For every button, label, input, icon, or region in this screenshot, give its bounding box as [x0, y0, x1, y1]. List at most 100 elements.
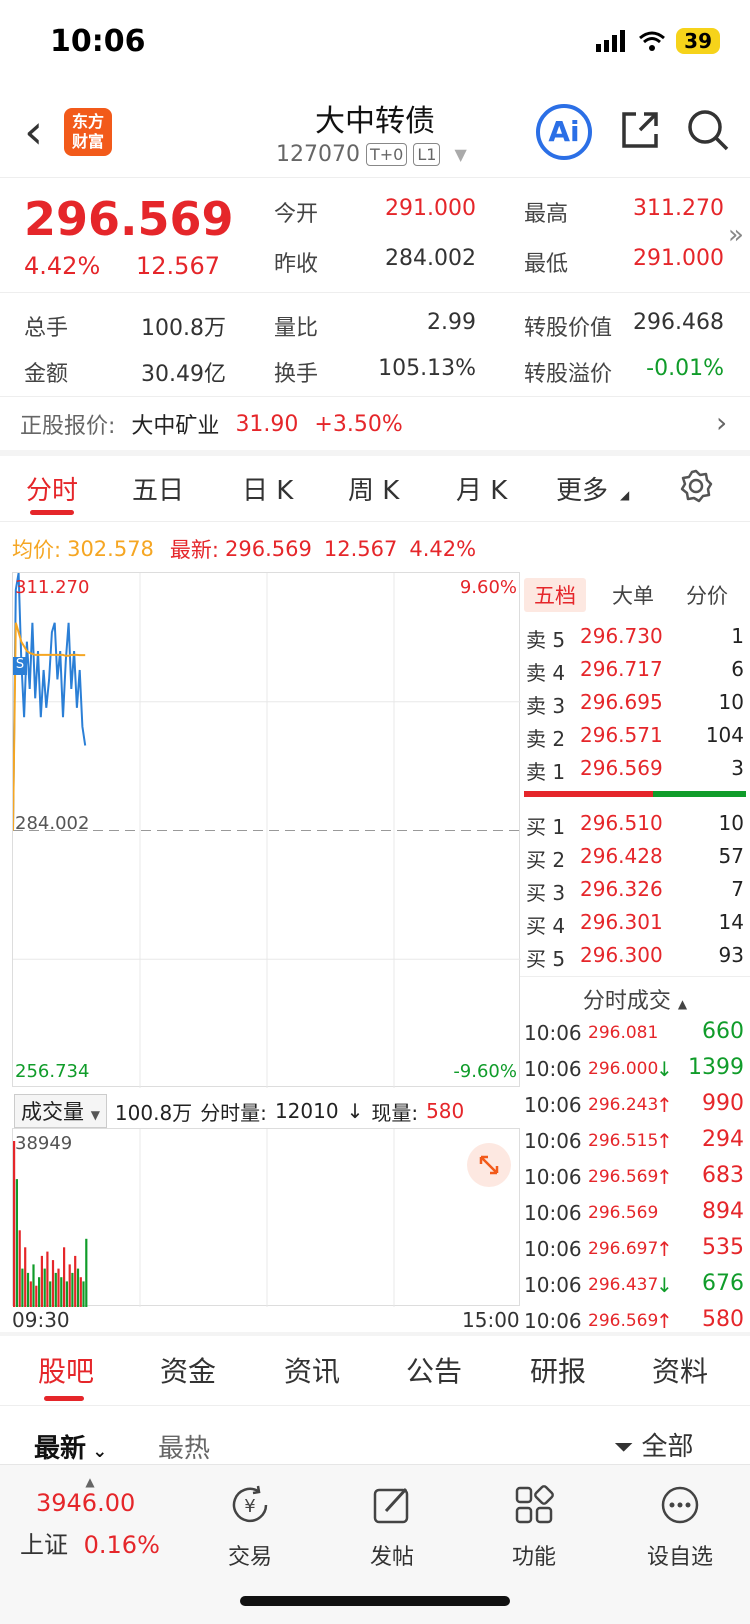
order-book: 五档 大单 分价 卖 5 296.730 1 卖 4 296.717 6 卖 3 296.69…	[520, 572, 750, 1339]
nav-functions[interactable]: 功能	[484, 1483, 584, 1571]
divider	[0, 396, 750, 397]
bid-price: 296.326	[580, 877, 663, 901]
ask-volume: 10	[718, 690, 744, 714]
trade-direction-icon: ↑	[656, 1309, 673, 1333]
bid-volume: 7	[731, 877, 744, 901]
search-icon[interactable]	[686, 108, 730, 152]
bid-label: 买 3	[526, 881, 566, 905]
nav-post[interactable]: 发帖	[342, 1483, 442, 1571]
tab-announcements[interactable]: 公告	[406, 1350, 462, 1390]
x-start-label: 09:30	[12, 1308, 70, 1332]
tab-news[interactable]: 资讯	[284, 1350, 340, 1390]
trade-row: 10:06 296.243 ↑ 990	[520, 1087, 750, 1123]
trade-price: 296.243	[588, 1095, 659, 1115]
tab-large-orders[interactable]: 大单	[612, 580, 654, 610]
settings-icon[interactable]	[678, 468, 714, 504]
volume-chart-svg	[13, 1129, 395, 1307]
bid-row[interactable]: 买 3 296.326 7	[520, 873, 750, 906]
trade-row: 10:06 296.569 ↑ 683	[520, 1159, 750, 1195]
trade-row: 10:06 296.081 660	[520, 1015, 750, 1051]
volume-bar	[57, 1268, 60, 1307]
nav-add-watchlist-label: 设自选	[646, 1545, 713, 1570]
intraday-chart[interactable]: 311.270 9.60% 284.002 256.734 -9.60% S	[12, 572, 521, 1088]
edit-icon	[373, 1487, 409, 1524]
ask-price: 296.571	[580, 723, 663, 747]
avg-price-row: 均价: 302.578 最新: 296.569 12.567 4.42%	[12, 534, 476, 564]
trade-row: 10:06 296.515 ↑ 294	[520, 1123, 750, 1159]
bid-row[interactable]: 买 4 296.301 14	[520, 906, 750, 939]
trade-time: 10:06	[524, 1237, 582, 1261]
prev-close-label: 昨收	[274, 252, 319, 277]
volume-bar	[43, 1268, 46, 1307]
tab-five-day[interactable]: 五日	[132, 470, 184, 507]
bid-ratio-segment	[652, 791, 746, 797]
tab-research[interactable]: 研报	[530, 1350, 586, 1390]
bid-row[interactable]: 买 2 296.428 57	[520, 840, 750, 873]
volume-bar	[18, 1230, 21, 1307]
bid-price: 296.510	[580, 811, 663, 835]
amount-label: 金额	[24, 362, 69, 387]
chart-tabs: 分时 五日 日 K 周 K 月 K 更多 ◢	[0, 452, 750, 522]
ask-row[interactable]: 卖 4 296.717 6	[520, 653, 750, 686]
pct-bottom-label: -9.60%	[453, 1061, 517, 1082]
tab-weekly-k[interactable]: 周 K	[348, 470, 399, 507]
underlying-name: 大中矿业	[131, 414, 220, 439]
code-row[interactable]: 127070 T+0 L1 ▼	[276, 142, 467, 167]
conv-value-label: 转股价值	[524, 316, 613, 341]
status-time: 10:06	[50, 24, 146, 59]
quote-more-icon[interactable]: »	[728, 220, 744, 250]
trade-volume: 990	[702, 1091, 744, 1116]
ask-row[interactable]: 卖 1 296.569 3	[520, 752, 750, 785]
chevron-right-icon[interactable]: ›	[716, 406, 727, 439]
sort-latest[interactable]: 最新 ⌄	[34, 1428, 107, 1465]
chevron-down-icon: ⌄	[86, 1441, 108, 1462]
y-mid-label: 284.002	[15, 813, 90, 834]
tab-more[interactable]: 更多	[556, 470, 608, 507]
bid-row[interactable]: 买 1 296.510 10	[520, 807, 750, 840]
tab-intraday[interactable]: 分时	[26, 470, 78, 507]
share-icon[interactable]	[618, 108, 662, 152]
divider	[0, 292, 750, 293]
volume-chart[interactable]: 38949	[12, 1128, 520, 1307]
index-name: 上证	[20, 1531, 68, 1559]
index-ticker[interactable]: ▲ 3946.00 上证 0.16%	[20, 1475, 180, 1560]
trade-direction-icon: ↓	[656, 1057, 673, 1081]
avg-value: 302.578	[67, 537, 154, 561]
underlying-label: 正股报价:	[20, 414, 116, 439]
volume-bar	[24, 1247, 27, 1307]
home-indicator[interactable]	[240, 1596, 510, 1606]
trades-header[interactable]: 分时成交 ▲	[520, 977, 750, 1015]
high-label: 最高	[524, 202, 569, 227]
bid-label: 买 5	[526, 947, 566, 971]
indicator-select[interactable]: 成交量 ▼	[14, 1094, 107, 1128]
ai-button[interactable]: Ai	[536, 104, 592, 160]
ask-row[interactable]: 卖 3 296.695 10	[520, 686, 750, 719]
prev-close-value: 284.002	[385, 246, 476, 271]
underlying-stock-row[interactable]: 正股报价: 大中矿业 31.90 +3.50%	[20, 408, 403, 440]
ask-row[interactable]: 卖 2 296.571 104	[520, 719, 750, 752]
ask-row[interactable]: 卖 5 296.730 1	[520, 620, 750, 653]
tab-funds[interactable]: 资金	[160, 1350, 216, 1390]
latest-change: 12.567	[323, 537, 398, 561]
trade-time: 10:06	[524, 1165, 582, 1189]
filter-button[interactable]: ⏷ 全部	[614, 1426, 693, 1463]
tab-daily-k[interactable]: 日 K	[242, 470, 293, 507]
tab-forum[interactable]: 股吧	[38, 1350, 94, 1390]
ask-label: 卖 5	[526, 628, 566, 652]
bid-row[interactable]: 买 5 296.300 93	[520, 939, 750, 972]
sort-hot[interactable]: 最热	[158, 1428, 210, 1465]
tab-five-levels[interactable]: 五档	[524, 578, 586, 612]
nav-functions-label: 功能	[511, 1545, 556, 1570]
bid-volume: 57	[718, 844, 744, 868]
nav-add-watchlist[interactable]: 设自选	[630, 1483, 730, 1571]
nav-trade[interactable]: ¥ 交易	[200, 1483, 300, 1571]
tab-monthly-k[interactable]: 月 K	[456, 470, 507, 507]
tab-price-dist[interactable]: 分价	[686, 580, 728, 610]
filter-icon: ⏷	[614, 1433, 634, 1461]
trade-price: 296.081	[588, 1023, 659, 1043]
ask-label: 卖 3	[526, 694, 566, 718]
expand-button[interactable]	[467, 1143, 511, 1187]
tab-profile[interactable]: 资料	[652, 1350, 708, 1390]
underlying-price: 31.90	[235, 411, 299, 437]
avg-price-line	[13, 622, 86, 831]
